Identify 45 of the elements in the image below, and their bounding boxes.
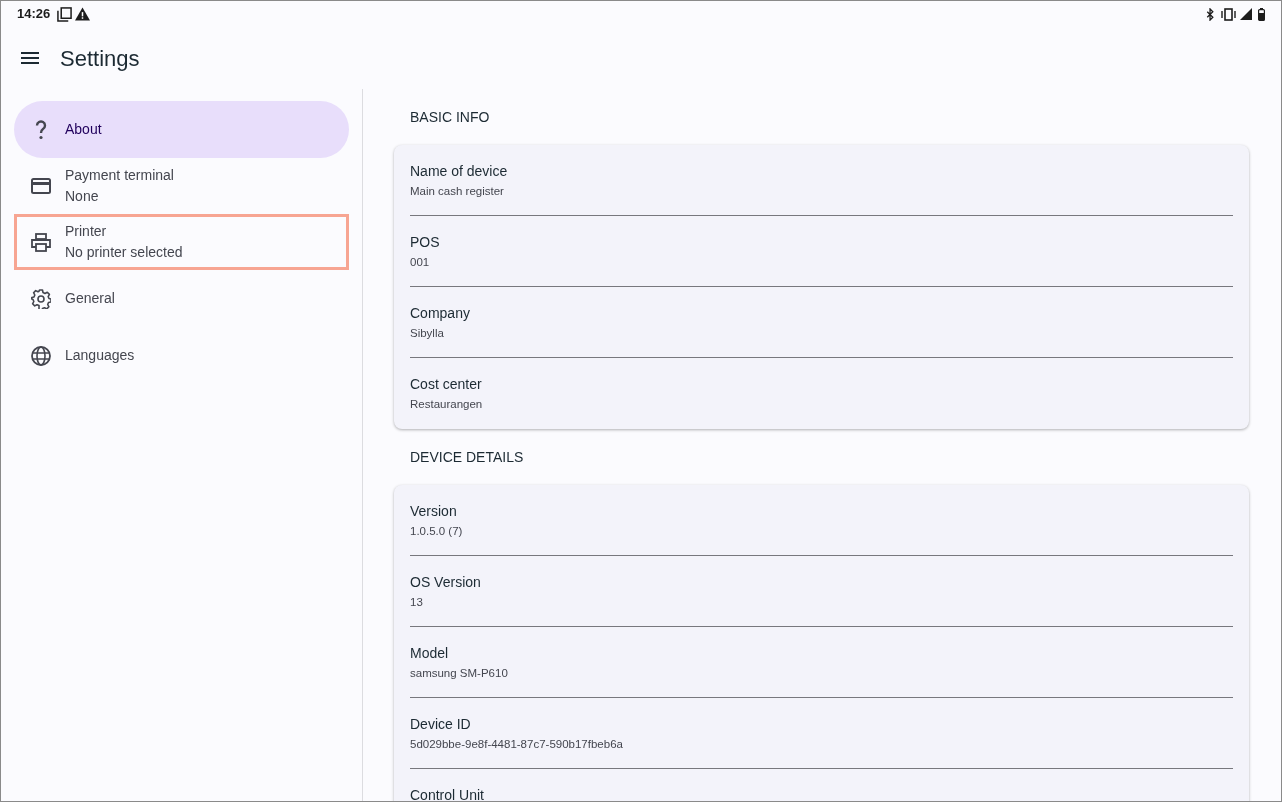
signal-icon	[1240, 8, 1252, 20]
globe-icon	[30, 345, 51, 366]
field-value: Main cash register	[410, 184, 505, 199]
item-label: General	[65, 289, 115, 308]
status-time: 14:26	[17, 5, 51, 24]
bluetooth-icon	[1206, 7, 1215, 21]
item-subtitle: No printer selected	[65, 243, 183, 262]
field-value: 13	[410, 595, 424, 610]
item-label: About	[65, 120, 102, 139]
sidebar-item[interactable]: Printer No printer selected	[14, 214, 349, 270]
field-label: POS	[410, 233, 441, 251]
field-value: Restaurangen	[410, 397, 484, 412]
credit-card-icon	[30, 178, 51, 194]
field-label: Version	[410, 502, 458, 520]
sidebar-item[interactable]: Languages	[14, 327, 349, 384]
field-value: 1.0.5.0 (7)	[410, 524, 464, 539]
section-heading: BASIC INFO	[409, 108, 491, 127]
app-title: Settings	[60, 44, 140, 73]
field-label: Model	[410, 644, 450, 662]
field-label: Cost center	[410, 375, 483, 393]
item-label: Printer	[65, 222, 108, 241]
warning-icon	[75, 7, 91, 21]
sidebar-item[interactable]: General	[14, 270, 349, 327]
battery-icon	[1258, 7, 1265, 21]
field-label: Control Unit	[410, 786, 485, 801]
question-mark-icon	[34, 119, 47, 140]
field-label: OS Version	[410, 573, 482, 591]
field-label: Name of device	[410, 162, 509, 180]
item-subtitle: None	[65, 187, 100, 206]
field-value: samsung SM-P610	[410, 666, 509, 681]
section-heading: DEVICE DETAILS	[409, 448, 525, 467]
sidebar-item[interactable]: About	[14, 101, 349, 158]
field-label: Device ID	[410, 715, 472, 733]
field-value: Sibylla	[410, 326, 445, 341]
vibrate-icon	[1221, 7, 1236, 21]
field-value: 001	[410, 255, 431, 270]
menu-icon[interactable]	[21, 52, 39, 64]
screenshot-icon	[57, 6, 73, 22]
gear-icon	[30, 288, 51, 309]
field-value: 5d029bbe-9e8f-4481-87c7-590b17fbeb6a	[410, 737, 624, 752]
item-label: Languages	[65, 346, 135, 365]
field-label: Company	[410, 304, 471, 322]
printer-icon	[30, 232, 51, 252]
item-label: Payment terminal	[65, 166, 174, 185]
sidebar-item[interactable]: Payment terminal None	[14, 158, 349, 214]
